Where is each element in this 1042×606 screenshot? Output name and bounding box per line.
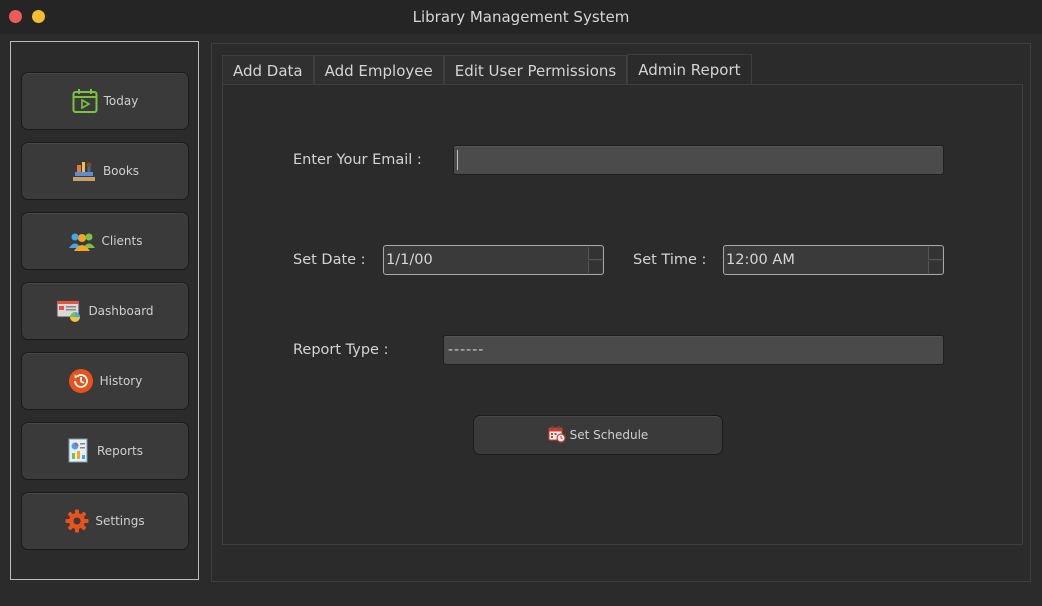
calendar-clock-icon: [548, 425, 566, 446]
set-schedule-button[interactable]: Set Schedule: [473, 415, 723, 455]
books-icon: [71, 159, 97, 183]
title-bar: Library Management System: [0, 0, 1042, 34]
date-spinner-arrows[interactable]: [588, 247, 602, 273]
date-label: Set Date :: [293, 252, 366, 268]
email-field[interactable]: [453, 145, 944, 175]
report-type-value: ------: [448, 342, 485, 358]
sidebar-item-label: Today: [103, 94, 139, 108]
calendar-play-icon: [72, 88, 98, 114]
sidebar-item-label: Settings: [95, 514, 145, 528]
time-label: Set Time :: [633, 252, 707, 268]
clients-icon: [68, 230, 96, 252]
report-type-label: Report Type :: [293, 342, 389, 358]
email-label: Enter Your Email :: [293, 152, 422, 168]
dashboard-icon: [56, 299, 82, 323]
window-title: Library Management System: [412, 8, 630, 26]
tab-admin-report[interactable]: Admin Report: [627, 54, 752, 85]
tab-add-data[interactable]: Add Data: [222, 55, 314, 85]
time-value: 12:00 AM: [726, 252, 795, 268]
sidebar-item-books[interactable]: Books: [21, 142, 189, 200]
date-spinner[interactable]: 1/1/00: [383, 245, 604, 275]
set-schedule-label: Set Schedule: [569, 428, 649, 442]
sidebar-item-label: Reports: [96, 444, 144, 458]
sidebar-item-label: Dashboard: [88, 304, 154, 318]
tab-add-employee[interactable]: Add Employee: [313, 55, 444, 85]
sidebar-item-clients[interactable]: Clients: [21, 212, 189, 270]
report-type-select[interactable]: ------: [443, 335, 944, 365]
gear-icon: [65, 509, 89, 533]
sidebar-item-label: Clients: [101, 234, 143, 248]
time-spinner-arrows[interactable]: [928, 247, 942, 273]
sidebar-item-dashboard[interactable]: Dashboard: [21, 282, 189, 340]
tab-edit-user-permissions[interactable]: Edit User Permissions: [443, 55, 628, 85]
sidebar-item-settings[interactable]: Settings: [21, 492, 189, 550]
sidebar-item-history[interactable]: History: [21, 352, 189, 410]
tab-bar: Add Data Add Employee Edit User Permissi…: [222, 54, 752, 85]
history-icon: [68, 368, 94, 394]
text-caret: [457, 150, 458, 170]
date-value: 1/1/00: [386, 252, 433, 268]
sidebar-item-today[interactable]: Today: [21, 72, 189, 130]
sidebar-item-reports[interactable]: Reports: [21, 422, 189, 480]
reports-icon: [67, 438, 91, 464]
time-spinner[interactable]: 12:00 AM: [723, 245, 944, 275]
sidebar-item-label: Books: [102, 164, 140, 178]
sidebar: Today Books Clients Dashboard History Re…: [10, 41, 199, 580]
sidebar-item-label: History: [99, 374, 143, 388]
